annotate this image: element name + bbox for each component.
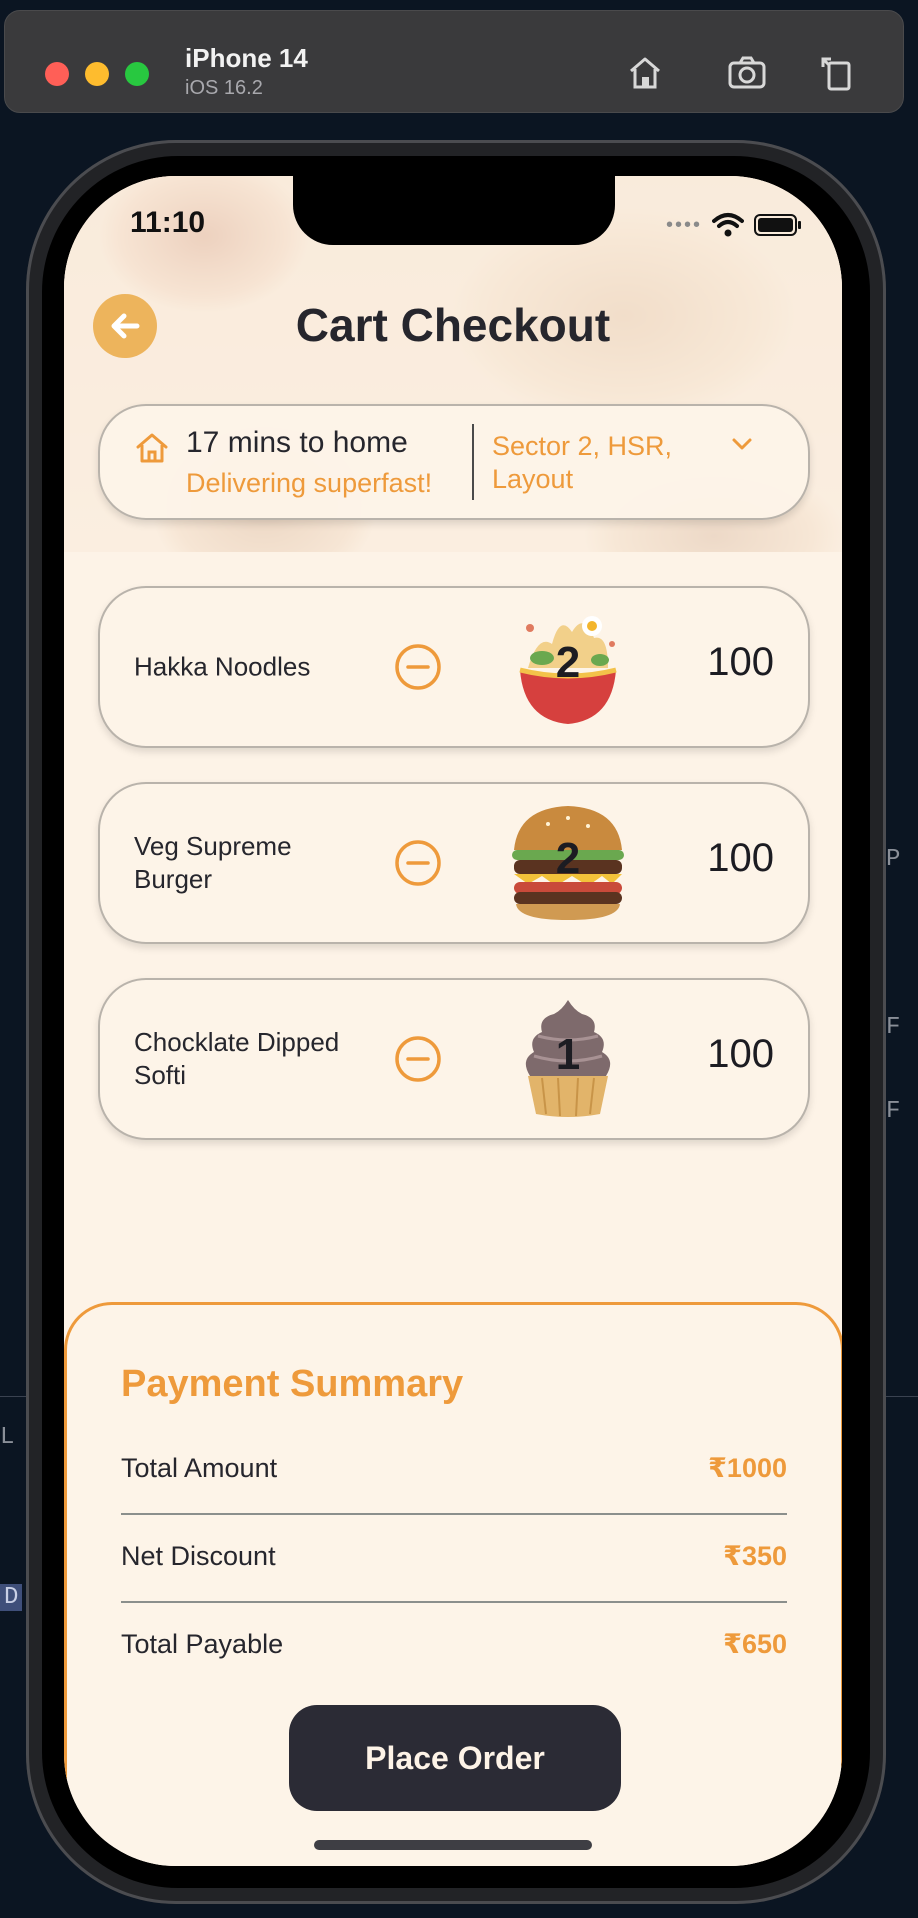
rotate-button[interactable] (811, 47, 863, 99)
summary-divider (121, 1601, 787, 1603)
status-time: 11:10 (130, 206, 206, 239)
chevron-down-icon[interactable] (730, 432, 754, 456)
background-fragment: F (886, 1098, 901, 1125)
background-divider (886, 1396, 918, 1397)
background-divider (0, 1396, 26, 1397)
cellular-dots-icon: •••• (665, 213, 702, 236)
summary-row-total-amount: Total Amount ₹1000 (121, 1453, 787, 1497)
minus-circle-icon[interactable] (394, 1035, 442, 1083)
delivery-address[interactable]: Sector 2, HSR, Layout (492, 430, 712, 496)
screenshot-button[interactable] (721, 47, 773, 99)
status-indicators: •••• (666, 212, 802, 238)
item-quantity: 1 (555, 1030, 581, 1079)
item-name: Chocklate Dipped Softi (134, 1027, 340, 1090)
home-icon (136, 433, 168, 463)
home-icon (630, 57, 660, 89)
item-quantity: 2 (555, 638, 581, 687)
summary-value: ₹350 (723, 1541, 787, 1571)
page-title: Cart Checkout (295, 299, 611, 351)
item-name: Veg Supreme Burger (134, 831, 292, 894)
payment-summary-title: Payment Summary (121, 1363, 464, 1405)
delivery-eta: 17 mins to home (186, 426, 408, 459)
delivery-info-card: 17 mins to home Delivering superfast! Se… (98, 404, 810, 520)
summary-row-net-discount: Net Discount ₹350 (121, 1541, 787, 1585)
minimize-window-button[interactable] (85, 62, 109, 86)
simulator-title-bar: iPhone 14 iOS 16.2 (4, 10, 904, 113)
payment-summary-card: Payment Summary Total Amount ₹1000 Net D… (64, 1302, 842, 1866)
summary-value: ₹1000 (708, 1453, 787, 1483)
background-fragment: D (0, 1584, 23, 1611)
summary-label: Total Amount (121, 1453, 278, 1483)
item-price: 100 (707, 640, 774, 684)
vertical-divider (472, 424, 474, 500)
background-fragment: F (886, 1014, 901, 1041)
summary-value: ₹650 (723, 1629, 787, 1659)
home-indicator[interactable] (314, 1840, 592, 1850)
battery-icon (754, 214, 801, 236)
cart-item: Veg Supreme Burger 2 100 (98, 782, 810, 944)
minus-circle-icon[interactable] (394, 643, 442, 691)
item-price: 100 (707, 1032, 774, 1076)
summary-row-total-payable: Total Payable ₹650 (121, 1629, 787, 1673)
summary-divider (121, 1513, 787, 1515)
background-fragment: P (886, 846, 901, 873)
summary-label: Total Payable (121, 1629, 284, 1659)
background-fragment: L (0, 1424, 15, 1451)
summary-label: Net Discount (121, 1541, 276, 1571)
device-name: iPhone 14 (185, 43, 308, 73)
cart-item: Hakka Noodles 2 100 (98, 586, 810, 748)
item-name: Hakka Noodles (134, 651, 311, 682)
wifi-icon (712, 213, 744, 237)
os-version: iOS 16.2 (185, 77, 263, 99)
zoom-window-button[interactable] (125, 62, 149, 86)
delivery-subtitle: Delivering superfast! (186, 468, 433, 498)
close-window-button[interactable] (45, 62, 69, 86)
home-button[interactable] (619, 47, 671, 99)
dynamic-notch (293, 176, 615, 245)
camera-icon (728, 56, 766, 89)
minus-circle-icon[interactable] (394, 839, 442, 887)
app-screen: 11:10 •••• Cart Checkout 17 mins to home… (64, 176, 842, 1866)
item-price: 100 (707, 836, 774, 880)
rotate-icon (821, 57, 851, 91)
item-quantity: 2 (555, 834, 581, 883)
cart-item: Chocklate Dipped Softi 1 100 (98, 978, 810, 1140)
place-order-button[interactable]: Place Order (289, 1705, 621, 1811)
